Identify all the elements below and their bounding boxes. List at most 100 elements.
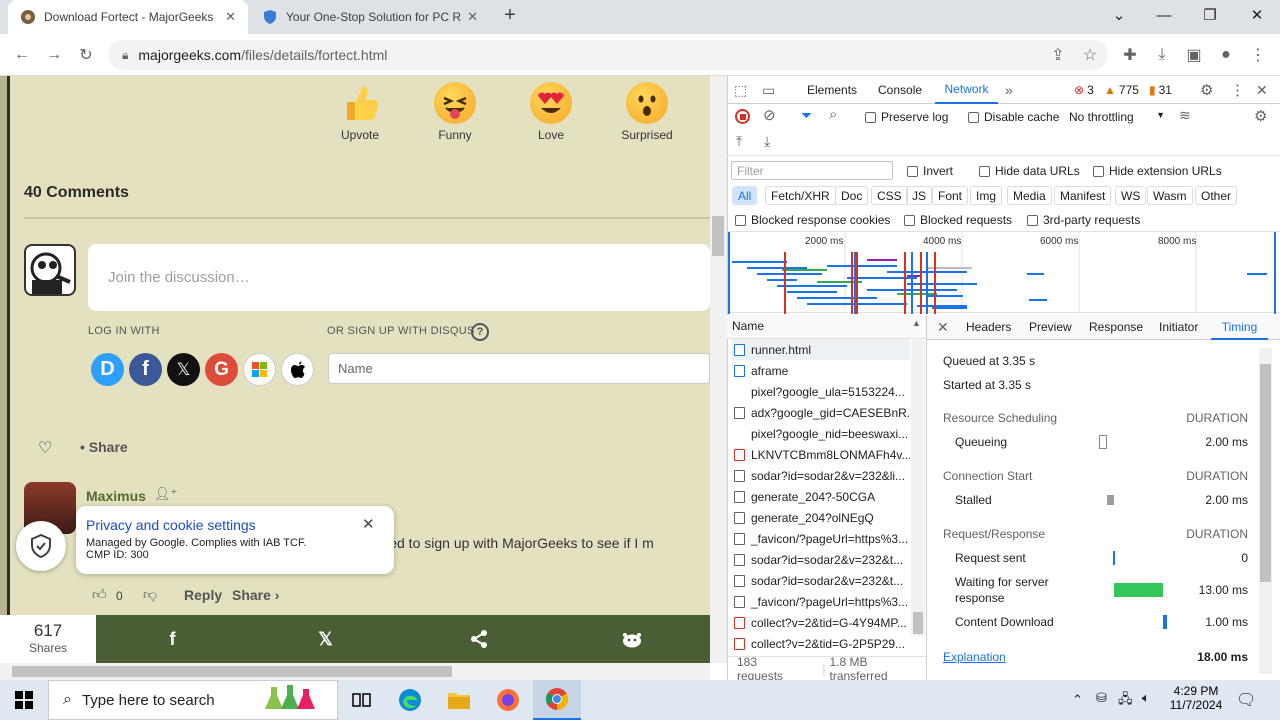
tab-console[interactable]: Console <box>878 76 922 104</box>
request-row[interactable]: sodar?id=sodar2&v=232&t... <box>732 549 910 570</box>
invert-checkbox[interactable]: Invert <box>907 164 953 178</box>
facebook-share-icon[interactable]: f <box>96 615 249 663</box>
google-login-icon[interactable]: G <box>205 353 238 386</box>
request-row[interactable]: runner.html <box>732 339 910 360</box>
tab-network[interactable]: Network <box>935 76 998 104</box>
filter-input[interactable]: Filter <box>731 161 893 180</box>
bookmark-star-icon[interactable]: ☆ <box>1075 40 1105 70</box>
timing-scrollbar-thumb[interactable] <box>1260 364 1271 582</box>
record-stop-icon[interactable] <box>735 109 750 124</box>
help-icon[interactable]: ? <box>471 323 489 341</box>
detail-tab-response[interactable]: Response <box>1089 320 1143 334</box>
edge-icon[interactable] <box>386 680 434 720</box>
type-filter-ws[interactable]: WS <box>1115 186 1147 205</box>
comment-author[interactable]: Maximus <box>86 488 146 504</box>
request-row[interactable]: sodar?id=sodar2&v=232&t... <box>732 570 910 591</box>
request-list-scrollbar-thumb[interactable] <box>913 612 923 634</box>
close-tab-icon[interactable]: ✕ <box>467 9 478 25</box>
network-conditions-icon[interactable]: ≋ <box>1179 107 1191 124</box>
discussion-input[interactable]: Join the discussion… <box>88 244 710 311</box>
upvote-icon[interactable]: 👍︎ <box>92 586 107 603</box>
type-filter-fetch-xhr[interactable]: Fetch/XHR <box>765 186 836 205</box>
download-icon[interactable]: ⤓ <box>1147 40 1177 70</box>
close-tab-icon[interactable]: ✕ <box>225 9 236 25</box>
request-row[interactable]: sodar?id=sodar2&v=232&li... <box>732 465 910 486</box>
apple-login-icon[interactable] <box>281 353 314 386</box>
start-button[interactable] <box>0 680 48 720</box>
device-toolbar-icon[interactable]: ▭ <box>762 76 775 104</box>
preserve-log-checkbox[interactable]: Preserve log <box>865 110 948 124</box>
type-filter-media[interactable]: Media <box>1007 186 1052 205</box>
close-popup-icon[interactable]: ✕ <box>362 515 375 533</box>
forward-icon[interactable]: → <box>39 40 69 70</box>
back-icon[interactable]: ← <box>7 40 37 70</box>
reload-icon[interactable]: ↻ <box>71 40 101 70</box>
search-icon[interactable]: ⌕ <box>829 106 837 123</box>
facebook-login-icon[interactable]: f <box>129 353 162 386</box>
chrome-icon[interactable] <box>533 680 581 720</box>
show-hidden-icons-chevron-icon[interactable]: ⌃ <box>1072 692 1083 708</box>
disable-cache-checkbox[interactable]: Disable cache <box>968 110 1059 124</box>
privacy-title[interactable]: Privacy and cookie settings <box>86 517 384 533</box>
throttling-select[interactable]: No throttling ▼ <box>1069 110 1165 124</box>
reply-button[interactable]: Reply <box>184 587 222 603</box>
issues-badge[interactable]: ▮ 31 <box>1149 76 1172 104</box>
blocked-cookies-checkbox[interactable]: Blocked response cookies <box>735 213 890 227</box>
type-filter-font[interactable]: Font <box>932 186 969 205</box>
request-row[interactable]: aframe <box>732 360 910 381</box>
reaction-funny[interactable]: Funny <box>415 82 495 142</box>
network-settings-gear-icon[interactable]: ⚙ <box>1254 107 1267 125</box>
request-row[interactable]: collect?v=2&tid=G-4Y94MP... <box>732 612 910 633</box>
privacy-shield-button[interactable] <box>16 521 66 571</box>
maximize-button[interactable]: ❐ <box>1187 0 1233 30</box>
blocked-requests-checkbox[interactable]: Blocked requests <box>904 213 1012 227</box>
tab-active[interactable]: Download Fortect - MajorGeeks ✕ <box>8 0 248 34</box>
share-icon[interactable] <box>402 615 555 663</box>
x-login-icon[interactable]: 𝕏 <box>167 353 200 386</box>
close-window-button[interactable]: ✕ <box>1234 0 1280 30</box>
page-scrollbar[interactable] <box>710 76 727 663</box>
share-page-icon[interactable]: ⇪ <box>1043 40 1073 70</box>
name-input[interactable]: Name <box>328 353 710 384</box>
taskbar-search[interactable]: ⌕ Type here to search <box>48 680 338 720</box>
inspect-element-icon[interactable]: ⬚ <box>734 76 747 104</box>
detail-tab-timing[interactable]: Timing <box>1211 315 1268 340</box>
taskbar-clock[interactable]: 4:29 PM 11/7/2024 <box>1166 684 1226 712</box>
comment-share-button[interactable]: Share › <box>232 587 279 603</box>
close-detail-icon[interactable]: ✕ <box>937 319 949 336</box>
request-row[interactable]: generate_204?-50CGA <box>732 486 910 507</box>
reaction-upvote[interactable]: Upvote <box>320 82 400 142</box>
menu-kebab-icon[interactable]: ⋮ <box>1243 40 1273 70</box>
request-row[interactable]: LKNVTCBmm8LONMAFh4v... <box>732 444 910 465</box>
detail-tab-headers[interactable]: Headers <box>966 320 1011 334</box>
type-filter-css[interactable]: CSS <box>871 186 908 205</box>
errors-badge[interactable]: ⊗ 3 <box>1074 76 1094 104</box>
reddit-share-icon[interactable] <box>555 615 708 663</box>
request-row[interactable]: collect?v=2&tid=G-2P5P29... <box>732 633 910 654</box>
type-filter-img[interactable]: Img <box>970 186 1003 205</box>
reaction-surprised[interactable]: Surprised <box>607 82 687 142</box>
tab-inactive[interactable]: Your One-Stop Solution for PC R ✕ <box>250 0 490 34</box>
notifications-icon[interactable]: 🗨︎ <box>1236 690 1256 710</box>
usb-device-icon[interactable]: ⛁ <box>1096 690 1107 706</box>
clear-icon[interactable]: ⊘ <box>763 106 776 124</box>
reaction-love[interactable]: Love <box>511 82 591 142</box>
request-row[interactable]: _favicon/?pageUrl=https%3... <box>732 528 910 549</box>
share-link[interactable]: • Share <box>80 439 128 455</box>
type-filter-wasm[interactable]: Wasm <box>1147 186 1193 205</box>
third-party-checkbox[interactable]: 3rd-party requests <box>1027 213 1140 227</box>
request-row[interactable]: _favicon/?pageUrl=https%3... <box>732 591 910 612</box>
new-tab-button[interactable]: + <box>498 4 522 30</box>
request-row[interactable]: pixel?google_ula=5153224... <box>732 381 910 402</box>
import-har-icon[interactable]: ⤒ <box>736 133 742 150</box>
request-row[interactable]: adx?google_gid=CAESEBnR... <box>732 402 910 423</box>
follow-user-icon[interactable]: 👤︎⁺ <box>154 486 177 502</box>
hide-extension-urls-checkbox[interactable]: Hide extension URLs <box>1093 164 1222 178</box>
page-scrollbar-thumb[interactable] <box>712 216 724 256</box>
type-filter-js[interactable]: JS <box>906 186 933 205</box>
network-icon[interactable]: 🖧︎ <box>1118 690 1133 712</box>
volume-icon[interactable]: 🔈︎ <box>1142 690 1150 706</box>
export-har-icon[interactable]: ⤓ <box>764 133 770 150</box>
more-tabs-icon[interactable]: » <box>1005 76 1013 104</box>
detail-tab-initiator[interactable]: Initiator <box>1159 320 1198 334</box>
